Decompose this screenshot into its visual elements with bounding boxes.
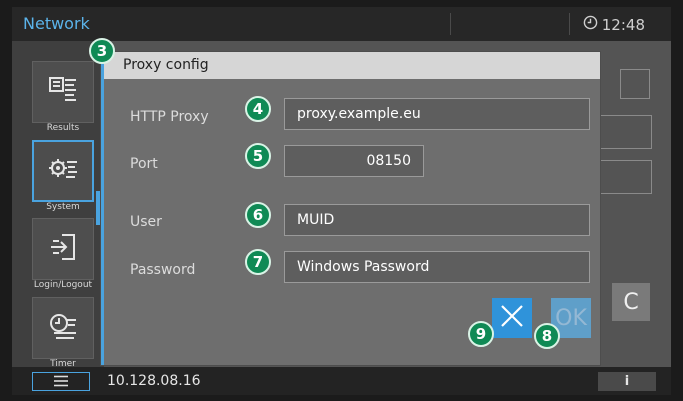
callout-badge-9: 9	[468, 321, 494, 347]
http-proxy-input[interactable]: proxy.example.eu	[284, 98, 590, 130]
sidebar-item-label: Results	[46, 123, 80, 133]
background-field[interactable]	[600, 160, 652, 194]
callout-badge-4: 4	[245, 96, 271, 122]
sidebar-item-system[interactable]: System	[32, 140, 94, 218]
user-label: User	[130, 214, 162, 230]
menu-button[interactable]	[32, 372, 90, 391]
user-input[interactable]: MUID	[284, 204, 590, 236]
sidebar-item-timer[interactable]: Timer	[32, 297, 94, 375]
topbar-divider	[569, 13, 570, 35]
port-input[interactable]: 08150	[284, 145, 424, 177]
topbar-divider	[450, 13, 451, 35]
ip-address: 10.128.08.16	[107, 373, 201, 389]
login-logout-icon	[48, 232, 78, 266]
background-checkbox[interactable]	[620, 69, 650, 99]
app-frame: Network 12:48 Results System Login/Logou…	[12, 7, 671, 395]
password-input[interactable]: Windows Password	[284, 251, 590, 283]
port-label: Port	[130, 156, 158, 172]
sidebar-item-login-logout[interactable]: Login/Logout	[32, 218, 94, 296]
clock: 12:48	[583, 15, 645, 34]
dialog-header: Proxy config	[104, 52, 600, 79]
timer-icon	[48, 311, 78, 345]
callout-badge-5: 5	[245, 143, 271, 169]
sidebar-item-label: Login/Logout	[33, 280, 93, 290]
info-button[interactable]: i	[598, 372, 656, 391]
hamburger-icon	[53, 372, 69, 391]
bottom-bar: 10.128.08.16 i	[12, 367, 671, 395]
sidebar: Results System Login/Logout Timer	[12, 41, 104, 369]
sidebar-scroll-indicator	[96, 191, 100, 225]
top-bar: Network 12:48	[12, 7, 671, 41]
sidebar-item-label: System	[46, 202, 80, 212]
clear-button[interactable]: C	[612, 283, 650, 321]
system-gear-icon	[48, 154, 78, 188]
dialog-title: Proxy config	[123, 57, 209, 73]
callout-badge-8: 8	[534, 323, 560, 349]
cancel-button[interactable]	[492, 298, 532, 338]
callout-badge-3: 3	[89, 38, 115, 64]
clock-icon	[583, 15, 598, 34]
callout-badge-7: 7	[245, 249, 271, 275]
sidebar-item-results[interactable]: Results	[32, 61, 94, 139]
http-proxy-label: HTTP Proxy	[130, 109, 209, 125]
background-field[interactable]	[600, 115, 652, 149]
clock-time: 12:48	[601, 15, 645, 34]
password-label: Password	[130, 262, 196, 278]
results-icon	[48, 75, 78, 109]
callout-badge-6: 6	[245, 202, 271, 228]
proxy-config-dialog: Proxy config HTTP Proxy proxy.example.eu…	[101, 52, 600, 365]
window-title: Network	[23, 14, 90, 33]
close-icon	[499, 303, 525, 333]
